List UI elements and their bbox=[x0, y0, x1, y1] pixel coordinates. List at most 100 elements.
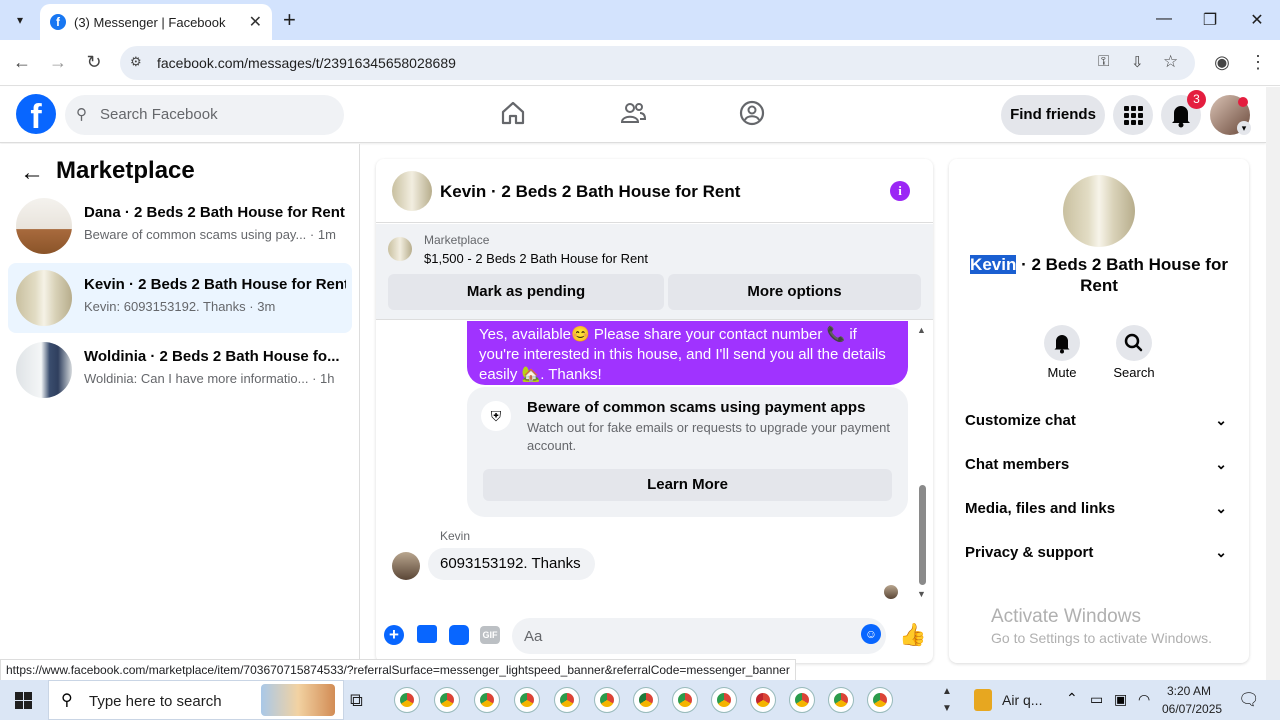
friends-icon[interactable] bbox=[619, 99, 647, 127]
conversation-item-dana[interactable]: Dana · 2 Beds 2 Bath House for Rent Bewa… bbox=[8, 191, 352, 261]
restore-button[interactable]: ❐ bbox=[1200, 10, 1220, 30]
chat-header: Kevin · 2 Beds 2 Bath House for Rent i bbox=[376, 159, 933, 223]
omnibox[interactable]: ⚙ facebook.com/messages/t/23916345658028… bbox=[120, 46, 1195, 80]
back-arrow-icon[interactable]: ← bbox=[20, 159, 44, 187]
wifi-icon[interactable]: ◠ bbox=[1138, 691, 1150, 708]
mute-button[interactable] bbox=[1044, 325, 1080, 361]
install-app-icon[interactable]: ⇩ bbox=[1131, 53, 1144, 71]
gif-icon[interactable]: GIF bbox=[480, 626, 500, 644]
taskbar-browser-icon[interactable] bbox=[514, 687, 540, 713]
kebab-menu-icon[interactable]: ⋮ bbox=[1247, 52, 1269, 73]
avatar-status-dot bbox=[1238, 97, 1248, 107]
facebook-search-input[interactable]: ⚲ Search Facebook bbox=[65, 95, 344, 135]
new-tab-button[interactable]: + bbox=[283, 7, 296, 33]
account-avatar[interactable]: ▾ bbox=[1210, 95, 1251, 135]
sender-name: Kevin bbox=[440, 529, 471, 543]
home-icon[interactable] bbox=[499, 99, 527, 127]
chevron-down-icon: ▾ bbox=[1237, 121, 1251, 135]
section-privacy-support[interactable]: Privacy & support ⌄ bbox=[965, 544, 1233, 561]
taskbar-browser-icon[interactable] bbox=[828, 687, 854, 713]
taskbar-browser-icon[interactable] bbox=[672, 687, 698, 713]
learn-more-button[interactable]: Learn More bbox=[483, 469, 892, 501]
sender-avatar[interactable] bbox=[392, 552, 420, 580]
scroll-down-icon[interactable]: ▼ bbox=[917, 589, 926, 599]
bookmark-star-icon[interactable]: ☆ bbox=[1163, 52, 1178, 72]
taskbar-browser-icon[interactable] bbox=[711, 687, 737, 713]
windows-start-icon[interactable] bbox=[15, 692, 32, 709]
meet-icon[interactable]: ▣ bbox=[1114, 691, 1127, 708]
marketplace-banner: Marketplace $1,500 - 2 Beds 2 Bath House… bbox=[376, 224, 933, 320]
page-scrollbar[interactable] bbox=[1266, 87, 1280, 680]
chat-avatar[interactable] bbox=[392, 171, 432, 211]
message-scrollbar-thumb[interactable] bbox=[919, 485, 926, 585]
back-arrow-icon[interactable]: ← bbox=[11, 52, 33, 73]
conversation-item-woldinia[interactable]: Woldinia · 2 Beds 2 Bath House fo... Wol… bbox=[8, 335, 352, 405]
scroll-up-icon[interactable]: ▲ bbox=[917, 325, 926, 335]
close-window-button[interactable]: ✕ bbox=[1247, 10, 1267, 30]
conversation-name: Woldinia · 2 Beds 2 Bath House fo... bbox=[84, 348, 340, 365]
section-chat-members[interactable]: Chat members ⌄ bbox=[965, 456, 1233, 473]
clock-date[interactable]: 06/07/2025 bbox=[1162, 702, 1222, 716]
weather-text[interactable]: Air q... bbox=[1002, 692, 1042, 708]
status-bar-url: https://www.facebook.com/marketplace/ite… bbox=[0, 659, 796, 681]
section-customize-chat[interactable]: Customize chat ⌄ bbox=[965, 412, 1233, 429]
search-conversation-button[interactable] bbox=[1116, 325, 1152, 361]
taskbar-browser-icon[interactable] bbox=[633, 687, 659, 713]
search-placeholder: Search Facebook bbox=[100, 106, 218, 123]
message-input[interactable]: Aa bbox=[512, 618, 886, 654]
section-media-files-links[interactable]: Media, files and links ⌄ bbox=[965, 500, 1233, 517]
more-options-button[interactable]: More options bbox=[668, 274, 921, 310]
sent-message-bubble: Yes, available😊 Please share your contac… bbox=[467, 321, 908, 385]
photo-icon[interactable] bbox=[417, 625, 437, 643]
taskbar-browser-icon[interactable] bbox=[789, 687, 815, 713]
battery-icon[interactable]: ▭ bbox=[1090, 691, 1103, 708]
grid-icon bbox=[1124, 106, 1143, 125]
chat-title[interactable]: Kevin · 2 Beds 2 Bath House for Rent bbox=[440, 182, 740, 202]
sticker-icon[interactable] bbox=[449, 625, 469, 645]
facebook-favicon-icon: f bbox=[50, 14, 66, 30]
minimize-button[interactable]: — bbox=[1154, 10, 1174, 28]
taskbar-browser-icon[interactable] bbox=[750, 687, 776, 713]
taskbar-browser-icon[interactable] bbox=[394, 687, 420, 713]
plus-icon[interactable]: + bbox=[384, 625, 404, 645]
message-list: Yes, available😊 Please share your contac… bbox=[376, 321, 933, 607]
url-text[interactable]: facebook.com/messages/t/2391634565802868… bbox=[157, 55, 456, 71]
emoji-icon[interactable]: ☺ bbox=[861, 624, 881, 644]
site-info-icon[interactable]: ⚙ bbox=[130, 54, 142, 70]
taskbar-browser-icon[interactable] bbox=[867, 687, 893, 713]
clock-time[interactable]: 3:20 AM bbox=[1167, 684, 1211, 698]
details-avatar[interactable] bbox=[1063, 175, 1135, 247]
close-tab-icon[interactable]: ✕ bbox=[249, 12, 262, 32]
received-message-bubble: 6093153192. Thanks bbox=[428, 548, 595, 580]
banner-listing-link[interactable]: $1,500 - 2 Beds 2 Bath House for Rent bbox=[424, 251, 648, 266]
shield-icon: ⛨ bbox=[481, 401, 511, 431]
active-tab[interactable]: f (3) Messenger | Facebook ✕ bbox=[40, 4, 272, 40]
taskbar-browser-icon[interactable] bbox=[554, 687, 580, 713]
groups-icon[interactable] bbox=[738, 99, 766, 127]
password-key-icon[interactable]: ⚿ bbox=[1098, 53, 1109, 70]
details-title-highlight: Kevin bbox=[970, 255, 1017, 274]
taskbar-search-input[interactable]: ⚲ Type here to search bbox=[48, 680, 344, 720]
notification-center-icon[interactable]: 🗨 bbox=[1238, 690, 1260, 710]
facebook-logo-icon[interactable]: f bbox=[16, 94, 56, 136]
listing-thumbnail bbox=[16, 198, 72, 254]
tab-search-button[interactable]: ▾ bbox=[9, 9, 31, 31]
forward-arrow-icon[interactable]: → bbox=[47, 52, 69, 73]
show-hidden-icons[interactable]: ▲ ▼ bbox=[942, 683, 952, 717]
find-friends-button[interactable]: Find friends bbox=[1001, 95, 1105, 135]
task-view-icon[interactable]: ⧉ bbox=[350, 690, 363, 711]
conversation-item-kevin[interactable]: Kevin · 2 Beds 2 Bath House for Rent Kev… bbox=[8, 263, 352, 333]
mark-as-pending-button[interactable]: Mark as pending bbox=[388, 274, 664, 310]
taskbar-browser-icon[interactable] bbox=[434, 687, 460, 713]
weather-icon[interactable] bbox=[974, 689, 992, 711]
reload-icon[interactable]: ↻ bbox=[83, 52, 105, 73]
menu-grid-button[interactable] bbox=[1113, 95, 1153, 135]
message-scrollbar-track[interactable]: ▲ ▼ bbox=[916, 325, 928, 601]
bell-icon bbox=[1054, 335, 1070, 354]
taskbar-browser-icon[interactable] bbox=[594, 687, 620, 713]
taskbar-browser-icon[interactable] bbox=[474, 687, 500, 713]
thumbs-up-icon[interactable]: 👍 bbox=[899, 622, 926, 648]
profile-icon[interactable]: ◉ bbox=[1211, 52, 1233, 73]
info-icon[interactable]: i bbox=[890, 181, 910, 201]
tray-chevron-icon[interactable]: ⌃ bbox=[1066, 690, 1078, 707]
